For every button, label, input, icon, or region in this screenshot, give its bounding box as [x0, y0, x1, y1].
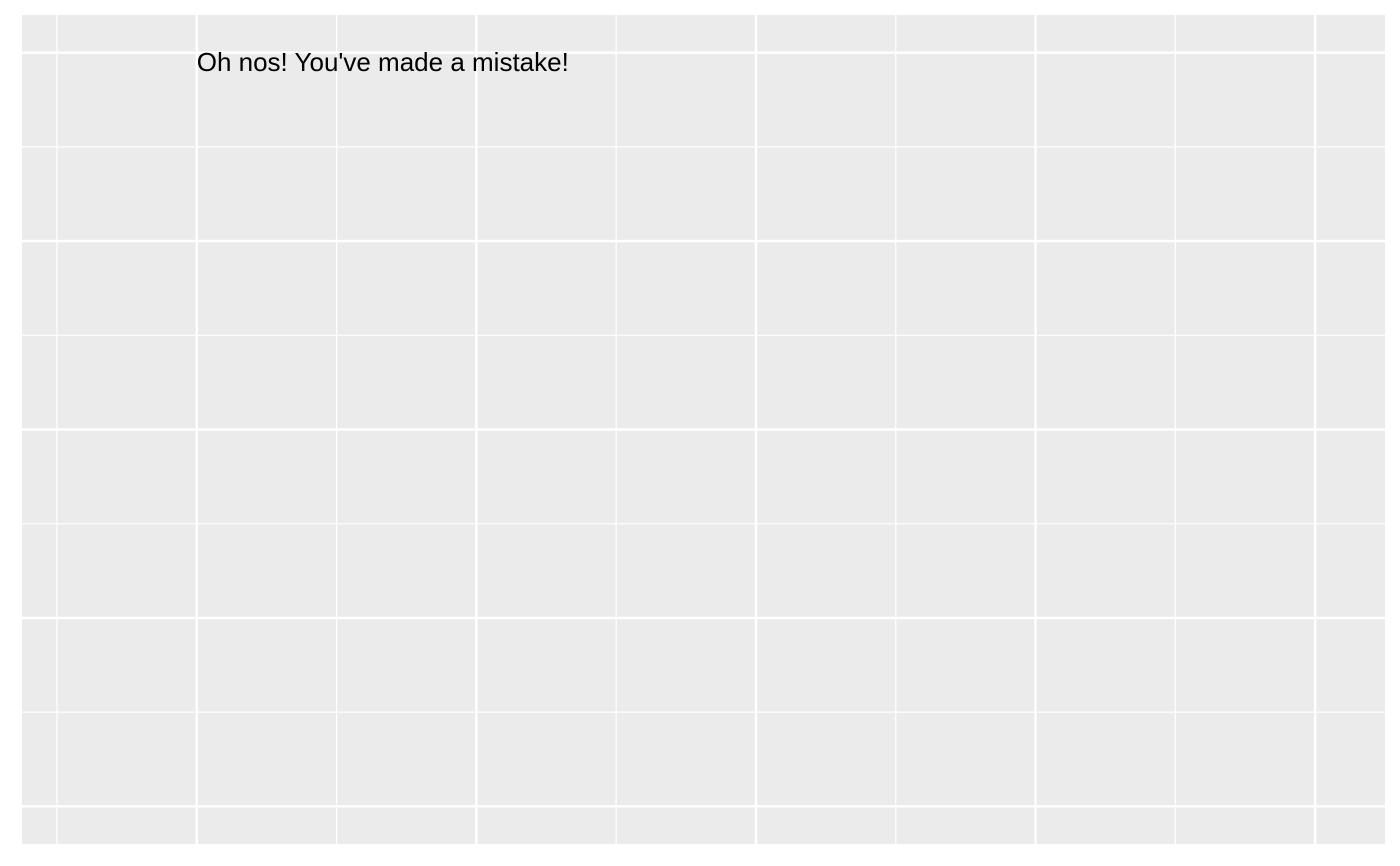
- error-annotation-text: Oh nos! You've made a mistake!: [197, 47, 569, 77]
- plot-area: Oh nos! You've made a mistake!: [22, 15, 1385, 844]
